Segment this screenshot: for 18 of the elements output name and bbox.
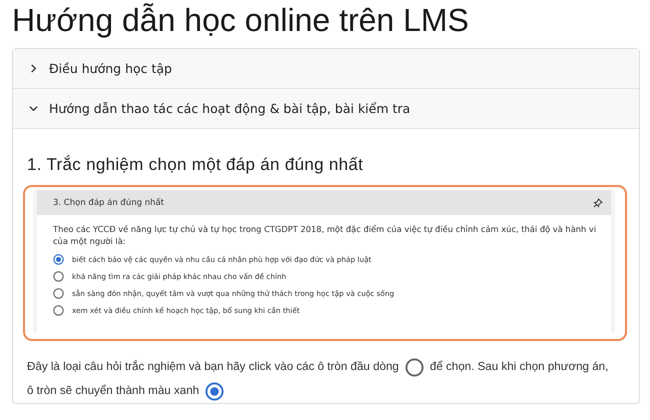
radio-button[interactable] bbox=[53, 288, 64, 299]
page-title: Hướng dẫn học online trên LMS bbox=[12, 1, 470, 40]
instruction-text: Đây là loại câu hỏi trắc nghiệm và bạn hãy click vào các ô tròn đầu dòng bbox=[27, 359, 399, 375]
accordion-label: Điều hướng học tập bbox=[49, 61, 172, 76]
chevron-right-icon bbox=[29, 64, 38, 73]
chevron-down-icon bbox=[29, 104, 38, 113]
instruction-text: ô tròn sẽ chuyển thành màu xanh bbox=[27, 383, 200, 399]
section-heading: 1. Trắc nghiệm chọn một đáp án đúng nhất bbox=[27, 155, 364, 175]
radio-button[interactable] bbox=[53, 305, 64, 316]
accordion-header[interactable]: Điều hướng học tập bbox=[13, 49, 639, 89]
pin-icon[interactable] bbox=[593, 198, 603, 208]
question-title: 3. Chọn đáp án đúng nhất bbox=[53, 198, 164, 208]
question-text: Theo các YCCĐ về năng lực tự chủ và tự học trong CTGDPT 2018, một đặc điểm của việc tự điều chỉnh cảm xúc, thái độ và hành vi của một người là: bbox=[53, 223, 598, 247]
radio-button[interactable] bbox=[53, 254, 64, 265]
radio-button[interactable] bbox=[53, 271, 64, 282]
accordion-label: Hướng dẫn thao tác các hoạt động & bài tập, bài kiểm tra bbox=[49, 101, 410, 116]
accordion-header[interactable]: Hướng dẫn thao tác các hoạt động & bài tập, bài kiểm tra bbox=[13, 89, 639, 129]
instruction-text: để chọn. Sau khi chọn phương án, bbox=[430, 359, 608, 375]
